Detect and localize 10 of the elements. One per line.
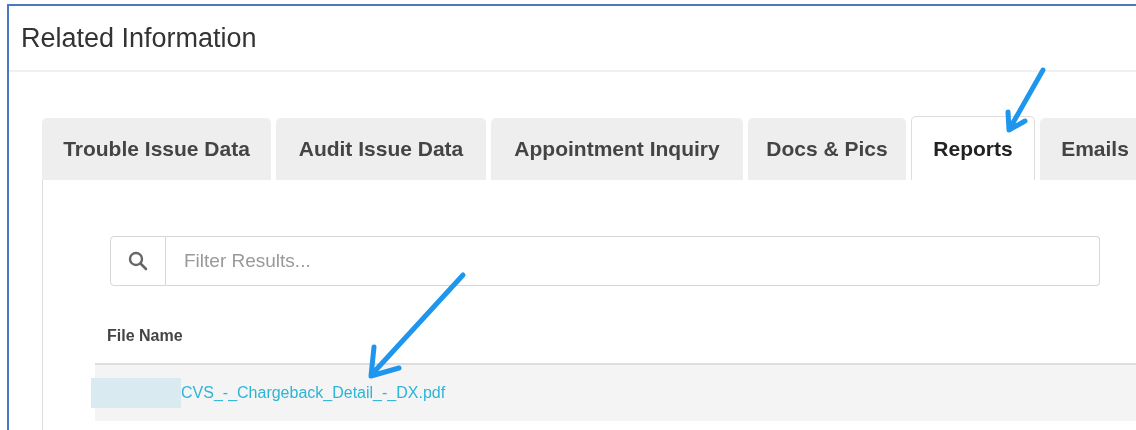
tab[interactable]: Audit Issue Data [276,118,486,180]
tab[interactable]: Appointment Inquiry [491,118,743,180]
tab[interactable]: Emails [1040,118,1136,180]
search-field[interactable]: Filter Results... [166,236,1100,286]
tab[interactable]: Reports [911,116,1035,180]
panel-title: Related Information [21,21,257,55]
tab[interactable]: Docs & Pics [748,118,906,180]
column-header: File Name [107,326,183,346]
tab[interactable]: Trouble Issue Data [42,118,271,180]
search-icon [128,251,148,271]
